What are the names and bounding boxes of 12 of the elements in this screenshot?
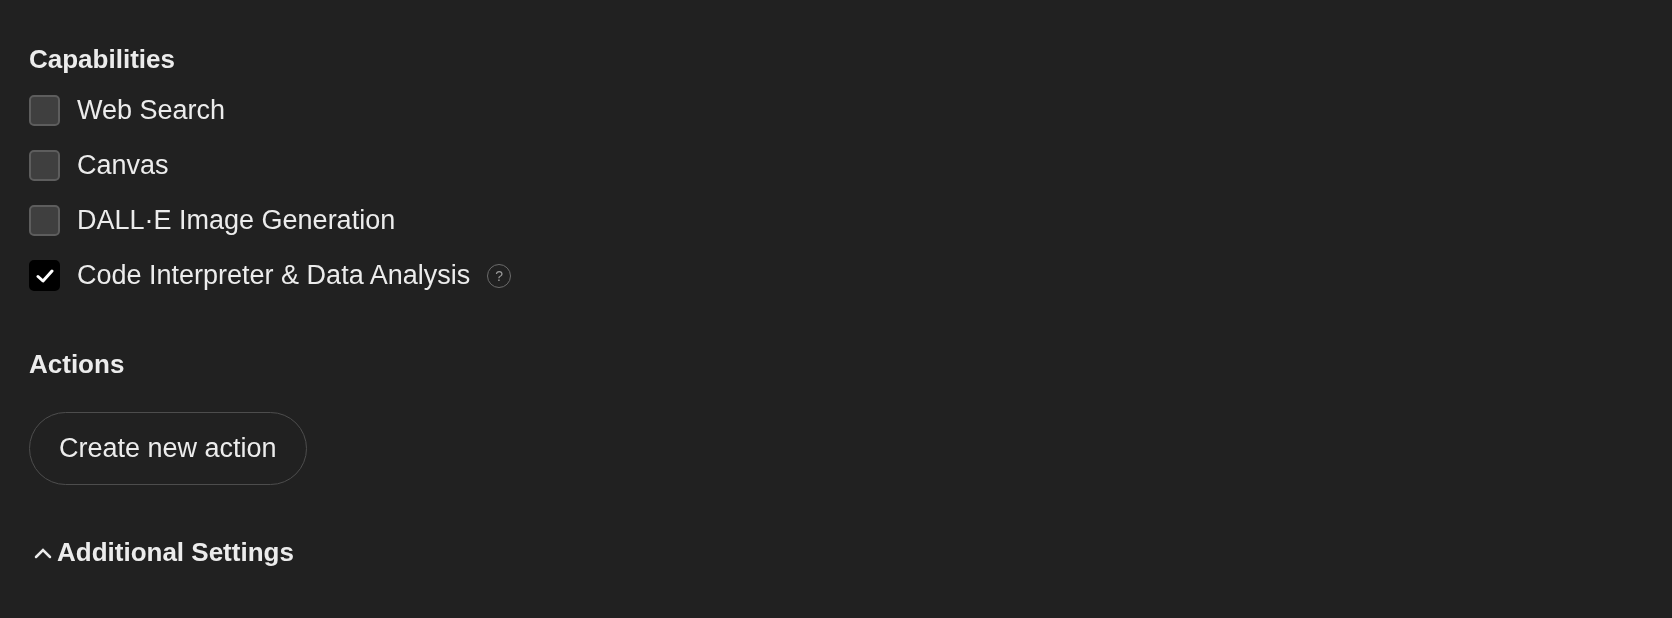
checkbox[interactable] [29,95,60,126]
checkbox-label: DALL·E Image Generation [77,205,396,236]
checkbox-label: Code Interpreter & Data Analysis [77,260,471,291]
checkbox[interactable] [29,205,60,236]
section-heading: Actions [29,349,125,380]
checkbox[interactable] [29,260,60,291]
section-heading: Capabilities [29,44,175,75]
checkbox-label: Canvas [77,150,169,181]
checkmark-icon [35,267,54,284]
additional-settings-toggle[interactable]: Additional Settings [29,537,294,568]
checkbox-label: Web Search [77,95,226,126]
checkbox[interactable] [29,150,60,181]
